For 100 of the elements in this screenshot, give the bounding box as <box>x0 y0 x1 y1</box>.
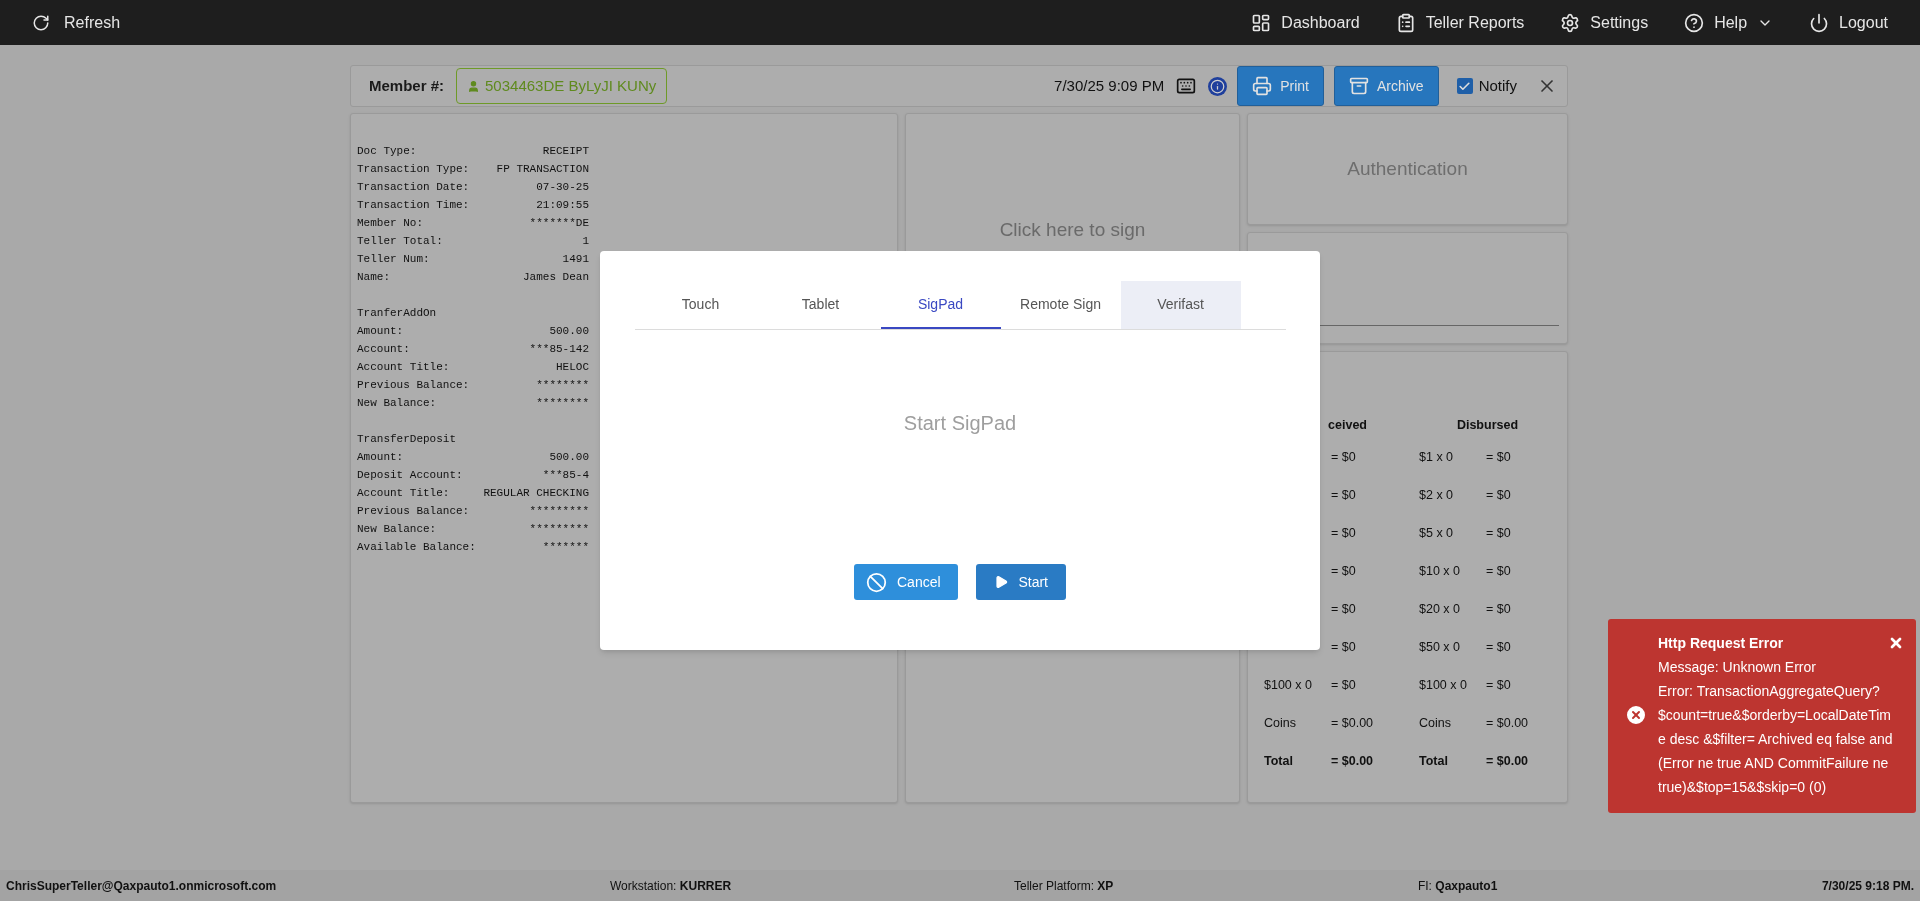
cash-value: = $0 <box>1331 564 1356 578</box>
receipt-label: Account Title: <box>357 360 450 375</box>
cash-value: = $0.00 <box>1331 754 1374 768</box>
menu-item[interactable]: Help <box>1684 10 1774 35</box>
cash-label: Total <box>1419 754 1448 768</box>
menu-item[interactable]: Dashboard <box>1251 10 1360 35</box>
cash-value: = $0 <box>1486 602 1511 616</box>
cash-value: = $0.00 <box>1331 716 1374 730</box>
column-heading: ceived <box>1328 417 1367 432</box>
receipt-value: ******** <box>536 396 589 411</box>
archive-button[interactable]: Archive <box>1333 66 1439 106</box>
receipt-heading: TranferAddOn <box>357 306 438 321</box>
authentication-title: Authentication <box>1347 156 1468 181</box>
receipt-label: New Balance: <box>357 396 437 411</box>
cash-label: $5 x 0 <box>1419 526 1454 540</box>
toast-title: Http Request Error <box>1658 634 1784 653</box>
cash-value: = $0.00 <box>1486 716 1529 730</box>
menu-item[interactable]: Logout <box>1809 10 1888 35</box>
receipt-value: *******DE <box>529 216 589 231</box>
status-time: 7/30/25 9:18 PM. <box>1821 877 1914 895</box>
receipt-value: ********* <box>529 522 589 537</box>
power-icon <box>1809 12 1830 33</box>
receipt-label: Teller Num: <box>357 252 430 267</box>
check-icon <box>1458 79 1472 93</box>
cash-value: = $0 <box>1331 640 1356 654</box>
menu-item[interactable]: Settings <box>1560 10 1649 35</box>
refresh-button[interactable]: Refresh <box>32 10 121 35</box>
cash-label: $50 x 0 <box>1419 640 1460 654</box>
receipt-label: Previous Balance: <box>357 504 470 519</box>
receipt-label: Name: <box>357 270 390 285</box>
receipt-value: 07-30-25 <box>536 180 589 195</box>
receipt-value: ***85-4 <box>542 468 589 483</box>
cash-value: = $0 <box>1331 602 1356 616</box>
cash-label: $100 x 0 <box>1419 678 1467 692</box>
cash-label: Coins <box>1264 716 1296 730</box>
receipt-value: ********* <box>529 504 589 519</box>
help-icon <box>1684 12 1705 33</box>
cash-value: = $0 <box>1486 450 1511 464</box>
cancel-icon <box>866 571 887 593</box>
member-label: Member #: <box>369 75 445 96</box>
user-email: ChrisSuperTeller@Qaxpauto1.onmicrosoft.com <box>6 877 278 895</box>
cash-value: = $0 <box>1486 564 1511 578</box>
receipt-value: REGULAR CHECKING <box>483 486 589 501</box>
column-heading: Disbursed <box>1456 417 1519 432</box>
printer-icon <box>1252 76 1273 96</box>
cash-value: = $0 <box>1331 678 1356 692</box>
receipt-value: 1491 <box>562 252 589 267</box>
receipt-label: Available Balance: <box>357 540 476 555</box>
person-icon <box>467 79 481 93</box>
cash-value: = $0 <box>1486 526 1511 540</box>
cash-label: $2 x 0 <box>1419 488 1454 502</box>
date-time: 7/30/25 9:09 PM <box>1054 75 1165 96</box>
keyboard-icon <box>1176 76 1197 96</box>
cash-value: = $0 <box>1486 488 1511 502</box>
receipt-label: Amount: <box>357 450 404 465</box>
receipt-label: Deposit Account: <box>357 468 463 483</box>
cash-label: $1 x 0 <box>1419 450 1454 464</box>
toast-message: Message: Unknown Error <box>1658 658 1817 677</box>
cash-value: = $0 <box>1486 678 1511 692</box>
sign-prompt: Click here to sign <box>999 218 1146 240</box>
cash-value: = $0.00 <box>1486 754 1529 768</box>
error-icon <box>1624 703 1648 727</box>
receipt-value: 1 <box>582 234 589 249</box>
close-icon[interactable] <box>1888 635 1904 651</box>
cash-label: Total <box>1264 754 1293 768</box>
receipt-label: Account: <box>357 342 410 357</box>
settings-icon <box>1560 12 1581 33</box>
receipt-label: Teller Total: <box>357 234 443 249</box>
cash-label: $10 x 0 <box>1419 564 1460 578</box>
dialog-message: Start SigPad <box>903 411 1017 436</box>
receipt-value: ***85-142 <box>529 342 589 357</box>
receipt-value: 500.00 <box>549 324 589 339</box>
receipt-label: Doc Type: <box>357 144 417 159</box>
fi-name: FI: Qaxpauto1 <box>1417 877 1499 895</box>
receipt-label: Transaction Date: <box>357 180 470 195</box>
notify-checkbox[interactable] <box>1456 78 1473 94</box>
receipt-value: RECEIPT <box>542 144 589 159</box>
receipt-value: 500.00 <box>549 450 589 465</box>
receipt-label: Transaction Time: <box>357 198 470 213</box>
play-icon <box>994 574 1009 590</box>
receipt-value: HELOC <box>556 360 589 375</box>
receipt-value: ******* <box>542 540 589 555</box>
receipt-value: James Dean <box>523 270 589 285</box>
notify-label: Notify <box>1478 75 1517 96</box>
receipt-label: Member No: <box>357 216 423 231</box>
menu-item[interactable]: Teller Reports <box>1395 10 1525 35</box>
print-button[interactable]: Print <box>1237 66 1324 106</box>
receipt-label: Transaction Type: <box>357 162 470 177</box>
dialog-tab[interactable]: Verifast <box>1120 281 1241 329</box>
receipt-heading: TransferDeposit <box>357 432 458 447</box>
receipt-label: Account Title: <box>357 486 450 501</box>
receipt-label: Previous Balance: <box>357 378 470 393</box>
refresh-icon <box>32 13 50 32</box>
receipt-value: ******** <box>536 378 589 393</box>
cash-label: $20 x 0 <box>1419 602 1460 616</box>
start-button[interactable]: Start <box>976 564 1066 600</box>
receipt-value: 21:09:55 <box>536 198 589 213</box>
workstation: Workstation: KURRER <box>610 877 733 895</box>
receipt-label: New Balance: <box>357 522 437 537</box>
dashboard-icon <box>1251 12 1272 33</box>
